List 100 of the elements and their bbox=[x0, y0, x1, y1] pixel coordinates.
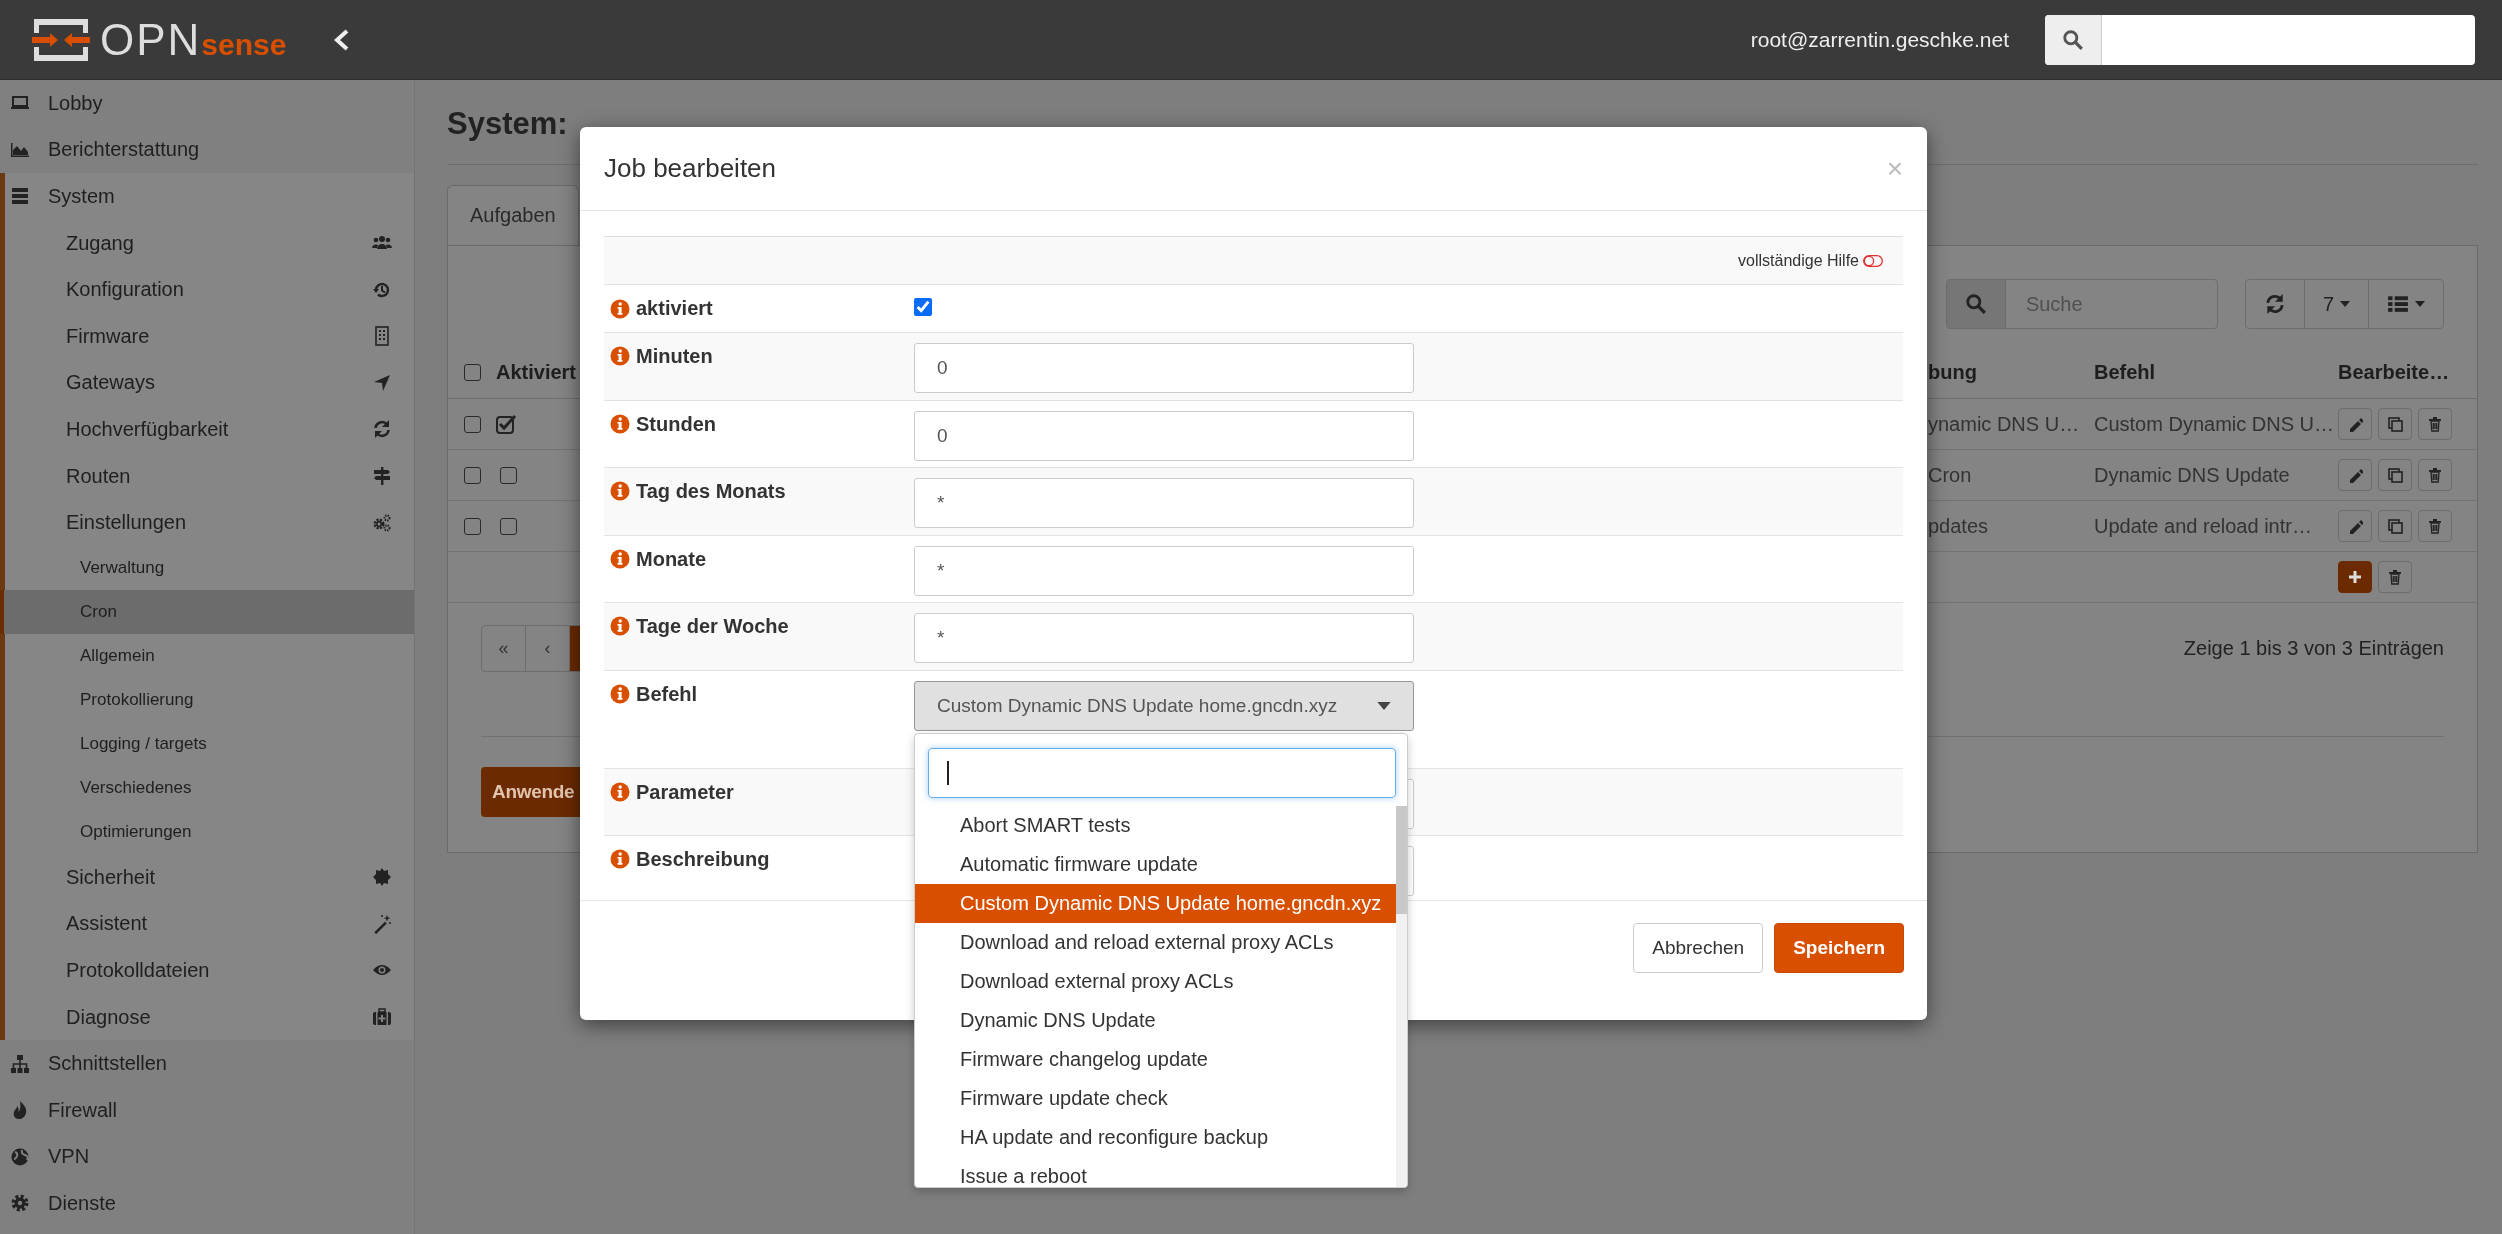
refresh-icon bbox=[372, 419, 392, 440]
sidebar-item[interactable]: Gateways bbox=[5, 359, 414, 407]
info-icon[interactable] bbox=[610, 683, 630, 704]
sidebar-item[interactable]: Sicherheit bbox=[5, 853, 414, 901]
pencil-icon bbox=[2347, 416, 2363, 432]
sidebar-item[interactable]: Verschiedenes bbox=[5, 765, 414, 810]
sidebar-item[interactable]: Verwaltung bbox=[5, 545, 414, 590]
sidebar-item[interactable]: Diagnose bbox=[5, 993, 414, 1041]
sidebar-item[interactable]: VPN bbox=[0, 1133, 414, 1181]
logo-icon bbox=[30, 16, 92, 63]
delete-button[interactable] bbox=[2418, 510, 2452, 542]
cancel-button[interactable]: Abbrechen bbox=[1633, 923, 1764, 973]
dropdown-option[interactable]: Issue a reboot bbox=[915, 1157, 1396, 1187]
sidebar-item[interactable]: Optimierungen bbox=[5, 809, 414, 854]
checkbox[interactable] bbox=[914, 297, 932, 316]
sidebar-item[interactable]: System bbox=[5, 173, 414, 220]
select-field[interactable]: Custom Dynamic DNS Update home.gncdn.xyz bbox=[914, 680, 1414, 731]
info-icon[interactable] bbox=[610, 781, 630, 802]
sidebar-item[interactable]: Firmware bbox=[5, 312, 414, 360]
sidebar-item[interactable]: Protokolldateien bbox=[5, 947, 414, 994]
sidebar-item[interactable]: Protokollierung bbox=[5, 677, 414, 722]
dropdown-option[interactable]: Automatic firmware update bbox=[915, 845, 1396, 884]
delete-button[interactable] bbox=[2418, 459, 2452, 491]
input-field[interactable]: 0 bbox=[914, 343, 1414, 393]
toggle-switch[interactable] bbox=[1863, 254, 1883, 267]
dialog-title: Job bearbeiten bbox=[604, 153, 777, 184]
field-label: Beschreibung bbox=[636, 848, 770, 871]
dropdown-option[interactable]: Firmware changelog update bbox=[915, 1040, 1396, 1079]
pagination-button[interactable]: « bbox=[482, 626, 526, 671]
save-button[interactable]: Speichern bbox=[1774, 923, 1904, 973]
input-field[interactable]: * bbox=[914, 545, 1414, 596]
field-label: Parameter bbox=[636, 780, 734, 804]
sidebar-item[interactable]: Assistent bbox=[5, 900, 414, 948]
delete-button[interactable] bbox=[2418, 408, 2452, 440]
column-header[interactable]: Befehl bbox=[2094, 360, 2156, 384]
sidebar-item[interactable]: Hochverfügbarkeit bbox=[5, 406, 414, 453]
sidebar-item[interactable]: Allgemein bbox=[5, 633, 414, 678]
table-cell: Custom Dynamic DNS U… bbox=[2094, 412, 2335, 436]
dropdown-option[interactable]: Dynamic DNS Update bbox=[915, 1001, 1396, 1040]
edit-button[interactable] bbox=[2338, 510, 2372, 542]
info-icon[interactable] bbox=[610, 481, 630, 501]
signpost-icon bbox=[372, 466, 392, 487]
medkit-icon bbox=[372, 1007, 392, 1027]
building-icon bbox=[372, 326, 392, 347]
table-cell: Dynamic DNS Update bbox=[2094, 463, 2290, 487]
sidebar-item[interactable]: Schnittstellen bbox=[0, 1040, 414, 1087]
user-name[interactable]: root@zarrentin.geschke.net bbox=[1750, 27, 2009, 52]
dropdown-option[interactable]: Custom Dynamic DNS Update home.gncdn.xyz bbox=[915, 884, 1396, 923]
dropdown-option[interactable]: Download external proxy ACLs bbox=[915, 962, 1396, 1001]
info-icon[interactable] bbox=[610, 346, 630, 366]
copy-button[interactable] bbox=[2378, 510, 2412, 542]
copy-icon bbox=[2387, 467, 2403, 483]
caret-icon bbox=[1377, 701, 1391, 710]
field-label: Tage der Woche bbox=[636, 615, 789, 638]
copy-button[interactable] bbox=[2378, 408, 2412, 440]
copy-button[interactable] bbox=[2378, 459, 2412, 491]
dropdown-option[interactable]: HA update and reconfigure backup bbox=[915, 1118, 1396, 1157]
edit-button[interactable] bbox=[2338, 408, 2372, 440]
checkbox[interactable] bbox=[464, 517, 481, 535]
sidebar-item[interactable]: Dienste bbox=[0, 1180, 414, 1227]
sidebar-item[interactable]: Berichterstattung bbox=[0, 126, 414, 174]
refresh-icon bbox=[2263, 293, 2286, 315]
sidebar-item[interactable]: Lobby bbox=[0, 80, 414, 127]
dropdown-option[interactable]: Firmware update check bbox=[915, 1079, 1396, 1118]
input-field[interactable]: 0 bbox=[914, 410, 1414, 461]
info-icon[interactable] bbox=[610, 548, 630, 569]
info-icon[interactable] bbox=[610, 299, 630, 319]
search-field[interactable] bbox=[2045, 14, 2475, 65]
info-icon[interactable] bbox=[610, 413, 630, 434]
column-header[interactable]: Aktiviert bbox=[496, 360, 577, 384]
column-header[interactable]: Bearbeite… bbox=[2338, 360, 2450, 384]
sidebar-item[interactable]: Routen bbox=[5, 452, 414, 500]
dropdown-option[interactable]: Abort SMART tests bbox=[915, 806, 1396, 845]
sidebar-item[interactable]: Firewall bbox=[0, 1086, 414, 1134]
column-header[interactable]: bung bbox=[1928, 360, 1977, 384]
dropdown-option[interactable]: Download and reload external proxy ACLs bbox=[915, 923, 1396, 962]
sidebar-item[interactable]: Logging / targets bbox=[5, 721, 414, 766]
edit-button[interactable] bbox=[2338, 459, 2372, 491]
sitemap-icon bbox=[10, 1053, 30, 1074]
search-icon bbox=[2062, 28, 2084, 51]
input-field[interactable]: * bbox=[914, 478, 1414, 528]
search-field[interactable] bbox=[928, 748, 1396, 798]
scrollbar[interactable] bbox=[1396, 806, 1407, 1187]
input-field[interactable]: * bbox=[914, 613, 1414, 663]
checkbox[interactable] bbox=[464, 466, 481, 484]
search-icon bbox=[1964, 293, 1987, 315]
checkbox[interactable] bbox=[464, 363, 481, 381]
tab[interactable]: Aufgaben bbox=[447, 185, 579, 245]
checkbox[interactable] bbox=[464, 415, 481, 433]
info-icon[interactable] bbox=[610, 849, 630, 869]
sidebar-item[interactable]: Einstellungen bbox=[5, 499, 414, 546]
info-icon[interactable] bbox=[610, 616, 630, 636]
delete-button[interactable] bbox=[2378, 561, 2412, 593]
sidebar-item[interactable]: Cron bbox=[0, 589, 414, 634]
sidebar-item[interactable]: Konfiguration bbox=[5, 266, 414, 313]
field-label: Befehl bbox=[636, 682, 698, 706]
logo-text: OPNsense bbox=[100, 17, 287, 62]
trash-icon bbox=[2387, 569, 2403, 585]
sidebar-item[interactable]: Zugang bbox=[5, 219, 414, 267]
add-button[interactable] bbox=[2338, 561, 2372, 593]
